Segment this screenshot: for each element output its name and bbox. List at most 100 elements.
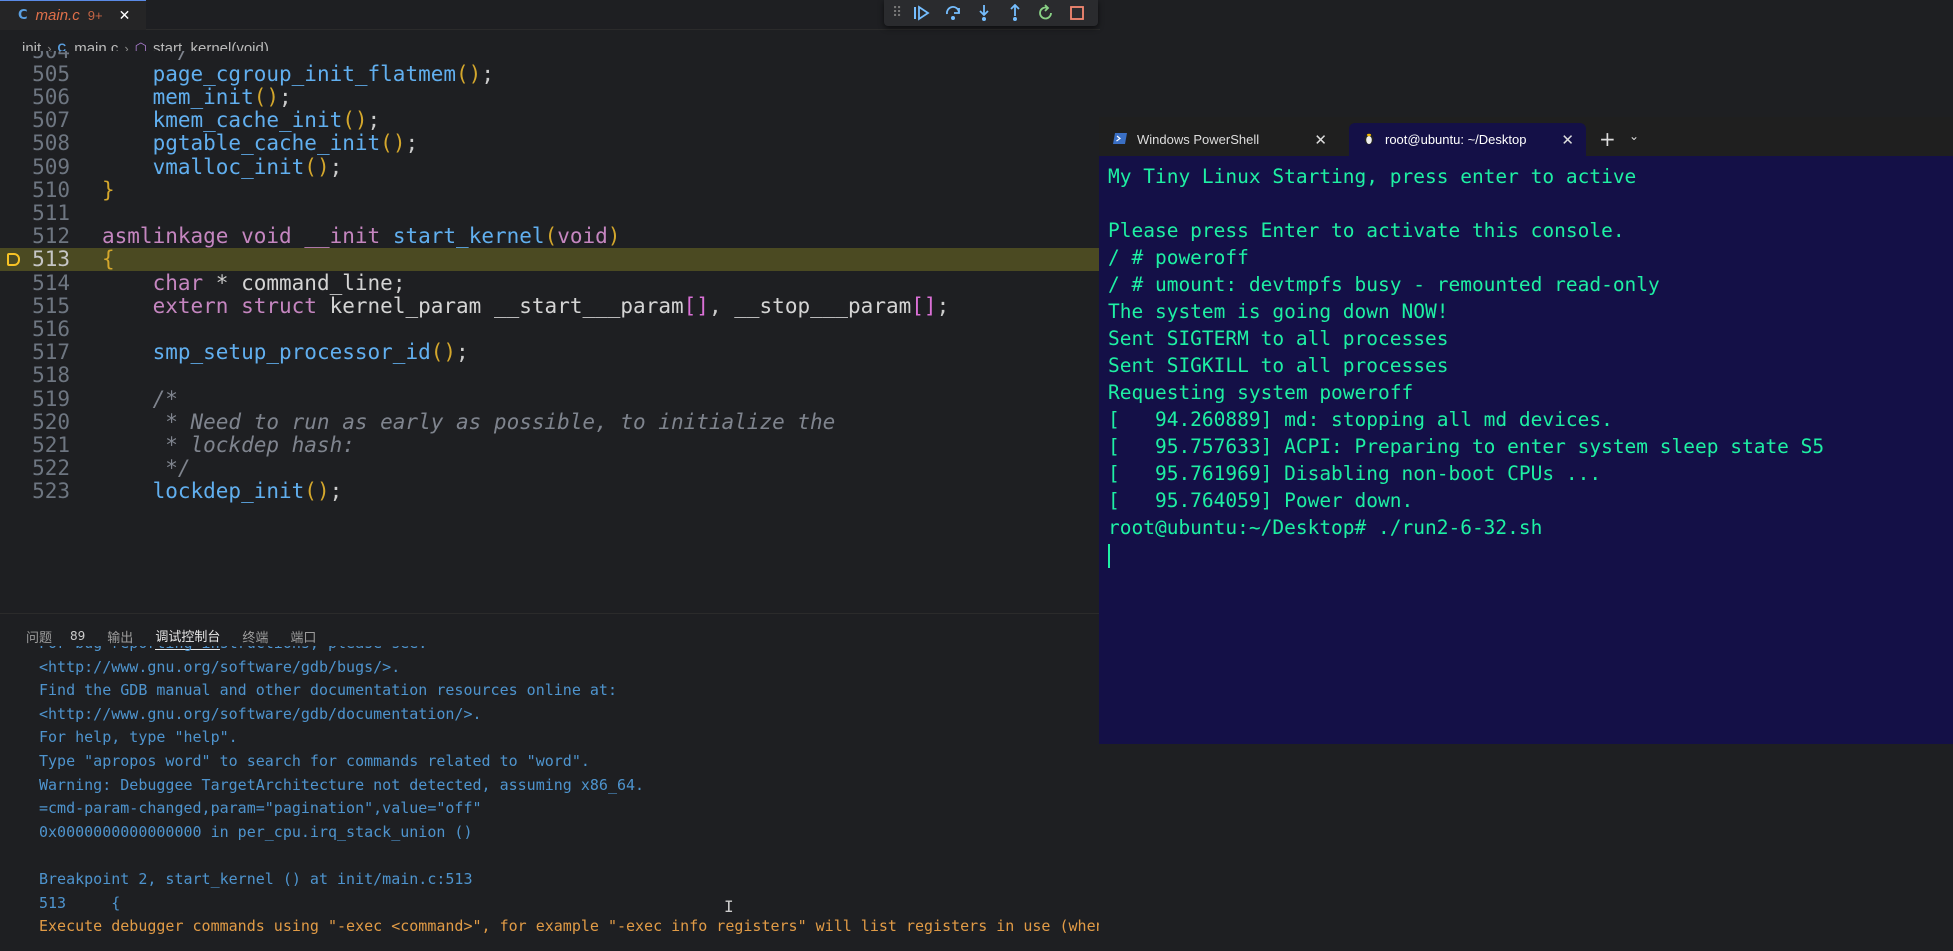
- line-number[interactable]: 509: [0, 155, 72, 179]
- code-text: mem_init();: [152, 84, 292, 109]
- debug-toolbar: ⠿: [884, 0, 1098, 26]
- continue-icon[interactable]: [913, 4, 931, 22]
- terminal-line: [ 94.260889] md: stopping all md devices…: [1108, 408, 1613, 431]
- line-number[interactable]: 517: [0, 340, 72, 364]
- code-line[interactable]: 519 /*: [0, 387, 1100, 411]
- code-text: extern struct kernel_param __start___par…: [152, 293, 950, 318]
- terminal-input-line[interactable]: [1108, 541, 1948, 568]
- code-line[interactable]: 510}: [0, 177, 1100, 202]
- line-number[interactable]: 518: [0, 363, 72, 387]
- code-editor[interactable]: 504 */505 page_cgroup_init_flatmem();506…: [0, 51, 1100, 613]
- code-text: {: [102, 247, 115, 272]
- close-icon[interactable]: ✕: [1314, 131, 1327, 149]
- code-line[interactable]: 505 page_cgroup_init_flatmem();: [0, 61, 1100, 86]
- code-text: page_cgroup_init_flatmem();: [152, 61, 494, 86]
- line-number[interactable]: 516: [0, 317, 72, 341]
- code-text: char * command_line;: [152, 270, 406, 295]
- line-number[interactable]: 515: [0, 294, 72, 318]
- line-number[interactable]: 514: [0, 271, 72, 295]
- code-line[interactable]: 520 * Need to run as early as possible, …: [0, 409, 1100, 434]
- line-number[interactable]: 510: [0, 178, 72, 202]
- console-line: 513 {: [39, 893, 121, 912]
- tab-ubuntu[interactable]: root@ubuntu: ~/Desktop ✕: [1349, 123, 1586, 156]
- c-file-icon: C: [18, 8, 28, 23]
- line-number[interactable]: 519: [0, 387, 72, 411]
- terminal-line: Sent SIGTERM to all processes: [1108, 327, 1449, 350]
- line-number[interactable]: 507: [0, 108, 72, 132]
- terminal-line: / # umount: devtmpfs busy - remounted re…: [1108, 273, 1660, 296]
- code-line[interactable]: 518: [0, 363, 1100, 387]
- code-line[interactable]: 521 * lockdep hash:: [0, 433, 1100, 457]
- restart-icon[interactable]: [1037, 4, 1055, 22]
- tab-label: main.c: [35, 7, 80, 24]
- terminal-line: / # poweroff: [1108, 246, 1249, 269]
- terminal-window: Windows PowerShell ✕ root@ubuntu: ~/Desk…: [1099, 117, 1953, 744]
- code-line[interactable]: 507 kmem_cache_init();: [0, 108, 1100, 133]
- breakpoint-paused-icon[interactable]: [7, 252, 20, 266]
- line-number[interactable]: 508: [0, 131, 72, 155]
- step-over-icon[interactable]: [944, 4, 962, 22]
- panel-tab-label: 端口: [290, 630, 317, 646]
- code-line[interactable]: 517 smp_setup_processor_id();: [0, 340, 1100, 365]
- line-number[interactable]: 511: [0, 201, 72, 225]
- terminal-line: My Tiny Linux Starting, press enter to a…: [1108, 165, 1637, 188]
- code-text: vmalloc_init();: [152, 154, 343, 179]
- console-line: Warning: Debuggee TargetArchitecture not…: [39, 775, 645, 794]
- code-text: * Need to run as early as possible, to i…: [102, 409, 836, 434]
- tab-windows-powershell[interactable]: Windows PowerShell ✕: [1099, 123, 1339, 156]
- terminal-line: [ 95.757633] ACPI: Preparing to enter sy…: [1108, 435, 1825, 458]
- powershell-icon: [1113, 132, 1127, 147]
- close-icon[interactable]: ✕: [119, 8, 131, 24]
- code-line[interactable]: 522 */: [0, 456, 1100, 481]
- panel-tab-label: 终端: [242, 630, 269, 646]
- line-number[interactable]: 523: [0, 479, 72, 503]
- text-cursor: [1108, 543, 1110, 568]
- linux-icon: [1363, 131, 1375, 148]
- step-out-icon[interactable]: [1006, 4, 1024, 22]
- line-number[interactable]: 512: [0, 224, 72, 248]
- code-line[interactable]: 515 extern struct kernel_param __start__…: [0, 293, 1100, 318]
- code-text: smp_setup_processor_id();: [152, 340, 469, 365]
- panel-tab-label: 调试控制台: [155, 630, 221, 645]
- line-number[interactable]: 521: [0, 433, 72, 457]
- line-number[interactable]: 505: [0, 62, 72, 86]
- chevron-down-icon[interactable]: ⌄: [1629, 129, 1639, 143]
- terminal-line: [ 95.764059] Power down.: [1108, 489, 1414, 512]
- code-text: }: [102, 177, 115, 202]
- close-icon[interactable]: ✕: [1561, 131, 1574, 149]
- grip-icon[interactable]: ⠿: [892, 5, 902, 21]
- console-line: 0x0000000000000000 in per_cpu.irq_stack_…: [39, 822, 473, 841]
- tab-label: root@ubuntu: ~/Desktop: [1385, 132, 1527, 147]
- console-line: =cmd-param-changed,param="pagination",va…: [39, 799, 482, 818]
- code-line[interactable]: 509 vmalloc_init();: [0, 154, 1100, 179]
- code-line[interactable]: 506 mem_init();: [0, 84, 1100, 109]
- line-number[interactable]: 520: [0, 410, 72, 434]
- bottom-panel: 问题 89 输出 调试控制台 终端 端口 For bug reporting instru…: [0, 613, 1100, 951]
- code-line[interactable]: 516: [0, 317, 1100, 341]
- panel-tab-label: 问题: [26, 630, 53, 646]
- step-into-icon[interactable]: [975, 4, 993, 22]
- line-number[interactable]: 506: [0, 85, 72, 109]
- code-line[interactable]: 523 lockdep_init();: [0, 479, 1100, 503]
- code-text: */: [102, 456, 191, 481]
- code-line[interactable]: 508 pgtable_cache_init();: [0, 131, 1100, 155]
- terminal-output[interactable]: My Tiny Linux Starting, press enter to a…: [1108, 163, 1948, 568]
- code-text: kmem_cache_init();: [152, 108, 381, 133]
- tab-main-c[interactable]: C main.c 9+ ✕: [0, 0, 146, 30]
- stop-icon[interactable]: [1068, 4, 1086, 22]
- console-line: Type "apropos word" to search for comman…: [39, 751, 590, 770]
- code-line[interactable]: 513{: [0, 247, 1100, 272]
- console-line: Find the GDB manual and other documentat…: [39, 681, 617, 700]
- code-line[interactable]: 512 asmlinkage void __init start_kernel(v…: [0, 224, 1100, 248]
- terminal-line: [ 95.761969] Disabling non-boot CPUs ...: [1108, 462, 1602, 485]
- problems-badge: 9+: [87, 8, 103, 23]
- new-tab-button[interactable]: +: [1599, 127, 1616, 151]
- debug-console-output[interactable]: For bug reporting instructions, please s…: [39, 646, 1099, 946]
- code-line[interactable]: 511: [0, 201, 1100, 225]
- line-number[interactable]: 522: [0, 456, 72, 480]
- code-line[interactable]: 504 */: [0, 51, 1100, 63]
- code-line[interactable]: 514 char * command_line;: [0, 270, 1100, 295]
- terminal-line: Requesting system poweroff: [1108, 381, 1414, 404]
